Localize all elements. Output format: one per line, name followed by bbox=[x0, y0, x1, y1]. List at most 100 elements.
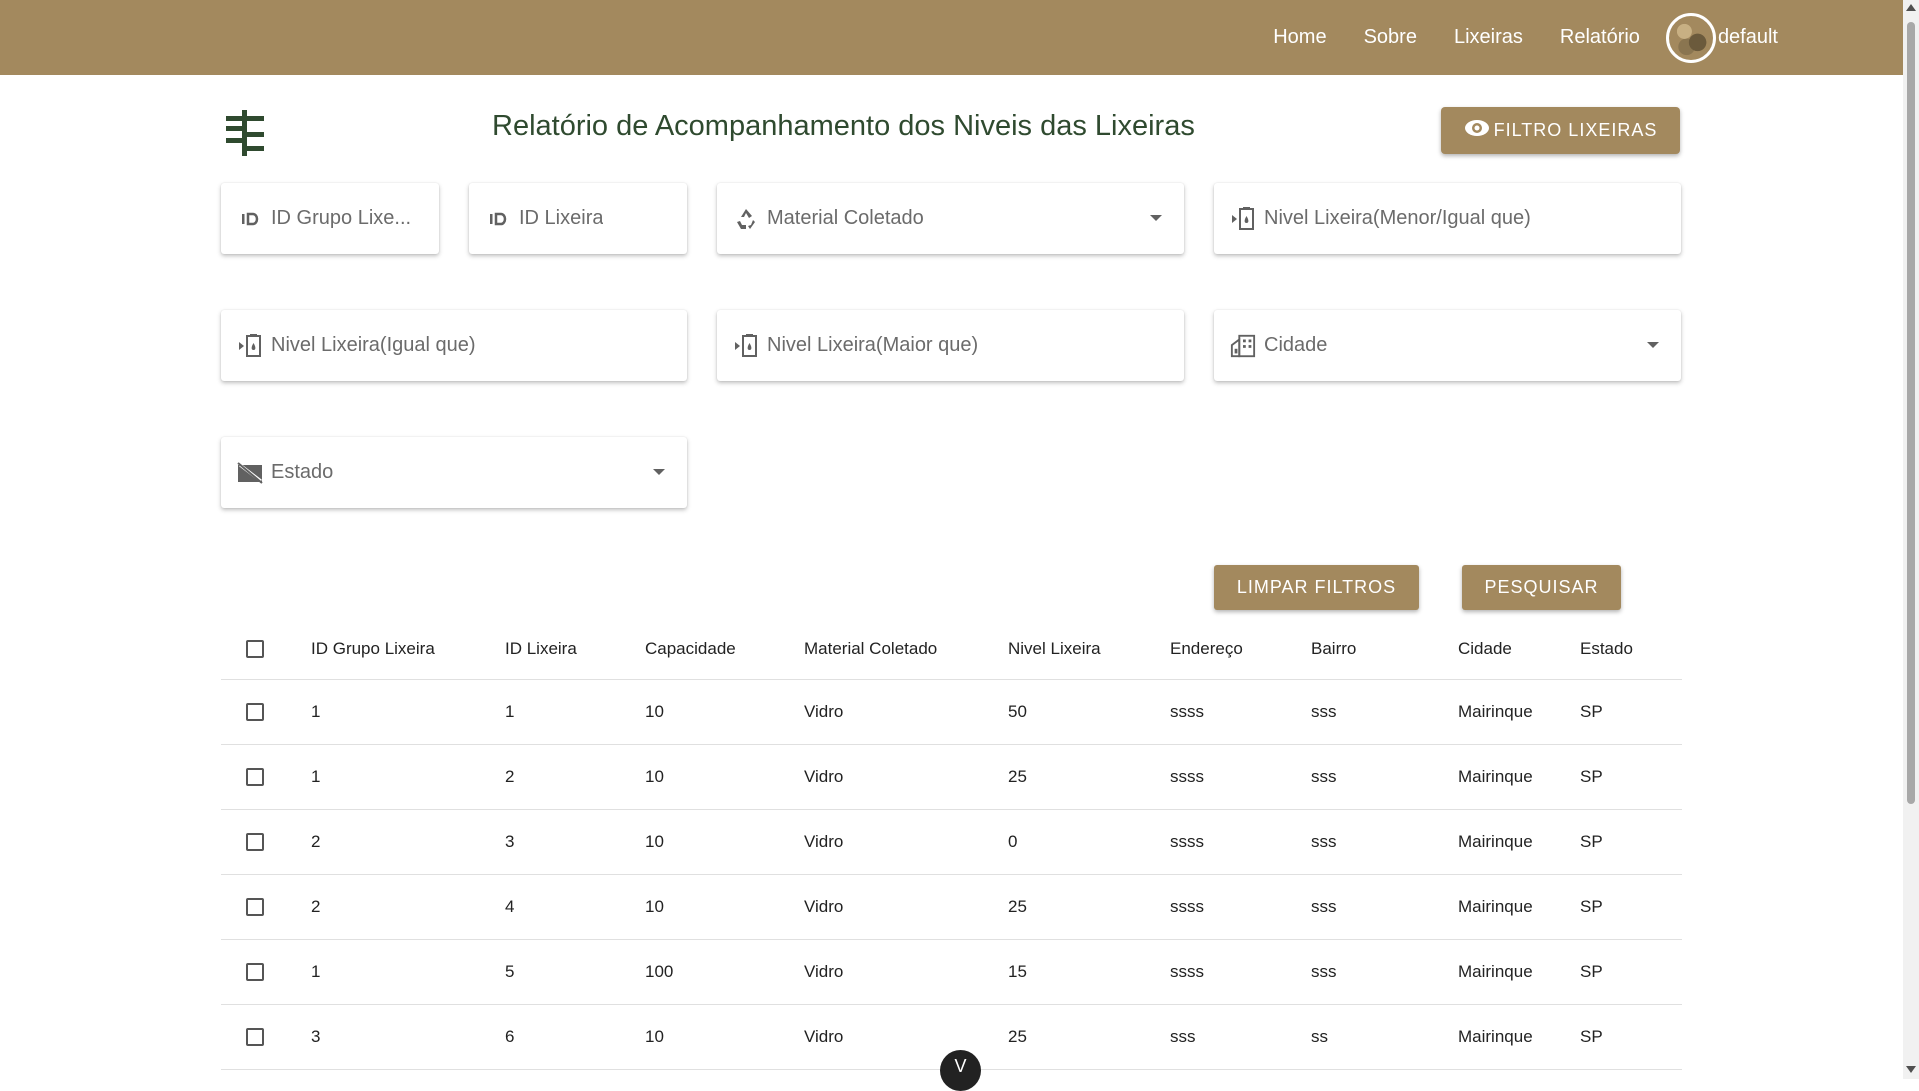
city-icon bbox=[1230, 333, 1256, 359]
cell-estado: SP bbox=[1580, 897, 1603, 916]
cell-bairro: sss bbox=[1311, 897, 1337, 916]
cell-endereco: ssss bbox=[1170, 897, 1204, 916]
nivel-menor-field[interactable]: Nivel Lixeira(Menor/Igual que) bbox=[1214, 183, 1681, 254]
header-capacidade[interactable]: Capacidade bbox=[645, 618, 736, 679]
row-checkbox[interactable] bbox=[246, 963, 264, 981]
page-title: Relatório de Acompanhamento dos Niveis d… bbox=[492, 110, 1195, 142]
table-row[interactable]: 2 3 10 Vidro 0 ssss sss Mairinque SP bbox=[221, 810, 1682, 875]
header-material[interactable]: Material Coletado bbox=[804, 618, 937, 679]
cell-nivel: 50 bbox=[1008, 702, 1027, 721]
header-cidade[interactable]: Cidade bbox=[1458, 618, 1512, 679]
cell-id-grupo: 2 bbox=[311, 897, 321, 916]
cell-cidade: Mairinque bbox=[1458, 1027, 1533, 1046]
header-id-lixeira[interactable]: ID Lixeira bbox=[505, 618, 577, 679]
header-bairro[interactable]: Bairro bbox=[1311, 618, 1356, 679]
nivel-igual-field[interactable]: Nivel Lixeira(Igual que) bbox=[221, 310, 687, 381]
nav-link-sobre[interactable]: Sobre bbox=[1364, 26, 1417, 49]
row-checkbox[interactable] bbox=[246, 833, 264, 851]
material-select[interactable]: Material Coletado bbox=[717, 183, 1184, 254]
id-lixeira-field[interactable]: ID Lixeira bbox=[469, 183, 687, 254]
filter-toggle-label: FILTRO LIXEIRAS bbox=[1493, 120, 1658, 140]
cell-cidade: Mairinque bbox=[1458, 962, 1533, 981]
eye-icon bbox=[1464, 119, 1494, 142]
scroll-down-button[interactable]: V bbox=[940, 1050, 981, 1091]
cell-estado: SP bbox=[1580, 962, 1603, 981]
chevron-down-icon bbox=[653, 469, 665, 475]
scroll-down-arrow-icon[interactable] bbox=[1906, 1066, 1916, 1073]
scrollbar[interactable] bbox=[1903, 0, 1919, 1079]
scroll-thumb[interactable] bbox=[1907, 22, 1915, 804]
cell-bairro: ss bbox=[1311, 1027, 1328, 1046]
cell-id-grupo: 1 bbox=[311, 962, 321, 981]
cell-id-lixeira: 6 bbox=[505, 1027, 515, 1046]
id-lixeira-placeholder: ID Lixeira bbox=[519, 207, 604, 229]
row-checkbox[interactable] bbox=[246, 768, 264, 786]
cell-capacidade: 10 bbox=[645, 832, 664, 851]
chevron-down-icon bbox=[1647, 342, 1659, 348]
nav-link-home[interactable]: Home bbox=[1273, 26, 1326, 49]
cell-endereco: ssss bbox=[1170, 962, 1204, 981]
estado-placeholder: Estado bbox=[271, 461, 334, 483]
cell-estado: SP bbox=[1580, 767, 1603, 786]
cell-cidade: Mairinque bbox=[1458, 832, 1533, 851]
table-body: 1 1 10 Vidro 50 ssss sss Mairinque SP 1 2 10 Vidro 25… bbox=[221, 680, 1682, 1070]
cell-nivel: 15 bbox=[1008, 962, 1027, 981]
nav-links: Home Sobre Lixeiras Relatório default bbox=[1236, 0, 1778, 75]
nav-link-lixeiras[interactable]: Lixeiras bbox=[1454, 26, 1523, 49]
top-navbar: Home Sobre Lixeiras Relatório default bbox=[0, 0, 1903, 75]
scroll-up-arrow-icon[interactable] bbox=[1906, 4, 1916, 11]
cell-endereco: sss bbox=[1170, 1027, 1196, 1046]
header-id-grupo[interactable]: ID Grupo Lixeira bbox=[311, 618, 435, 679]
username[interactable]: default bbox=[1718, 26, 1778, 49]
cell-cidade: Mairinque bbox=[1458, 702, 1533, 721]
header-nivel[interactable]: Nivel Lixeira bbox=[1008, 618, 1101, 679]
cell-nivel: 0 bbox=[1008, 832, 1018, 851]
search-button[interactable]: PESQUISAR bbox=[1462, 565, 1621, 610]
cell-estado: SP bbox=[1580, 1027, 1603, 1046]
cell-id-grupo: 3 bbox=[311, 1027, 321, 1046]
avatar[interactable] bbox=[1665, 12, 1716, 63]
cell-estado: SP bbox=[1580, 702, 1603, 721]
row-checkbox[interactable] bbox=[246, 1028, 264, 1046]
estado-select[interactable]: Estado bbox=[221, 437, 687, 508]
cell-id-grupo: 2 bbox=[311, 832, 321, 851]
cell-nivel: 25 bbox=[1008, 767, 1027, 786]
cell-capacidade: 10 bbox=[645, 702, 664, 721]
nav-link-relatorio[interactable]: Relatório bbox=[1560, 26, 1640, 49]
select-all-checkbox[interactable] bbox=[246, 639, 264, 658]
row-checkbox[interactable] bbox=[246, 703, 264, 721]
clear-filters-button[interactable]: LIMPAR FILTROS bbox=[1214, 565, 1419, 610]
map-off-icon bbox=[237, 460, 263, 486]
filter-toggle-button[interactable]: FILTRO LIXEIRAS bbox=[1441, 107, 1680, 154]
recycle-icon bbox=[733, 206, 759, 232]
id-grupo-field[interactable]: ID Grupo Lixe... bbox=[221, 183, 439, 254]
fab-label: V bbox=[954, 1056, 967, 1076]
table-header: ID Grupo Lixeira ID Lixeira Capacidade M… bbox=[221, 618, 1682, 680]
cell-material: Vidro bbox=[804, 832, 844, 851]
chevron-down-icon bbox=[1150, 215, 1162, 221]
table-row[interactable]: 1 2 10 Vidro 25 ssss sss Mairinque SP bbox=[221, 745, 1682, 810]
nivel-maior-field[interactable]: Nivel Lixeira(Maior que) bbox=[717, 310, 1184, 381]
cell-material: Vidro bbox=[804, 897, 844, 916]
cell-cidade: Mairinque bbox=[1458, 767, 1533, 786]
table-row[interactable]: 1 1 10 Vidro 50 ssss sss Mairinque SP bbox=[221, 680, 1682, 745]
cidade-select[interactable]: Cidade bbox=[1214, 310, 1681, 381]
cell-id-lixeira: 2 bbox=[505, 767, 515, 786]
cell-endereco: ssss bbox=[1170, 702, 1204, 721]
table-row[interactable]: 2 4 10 Vidro 25 ssss sss Mairinque SP bbox=[221, 875, 1682, 940]
nivel-menor-placeholder: Nivel Lixeira(Menor/Igual que) bbox=[1264, 207, 1531, 229]
row-checkbox[interactable] bbox=[246, 898, 264, 916]
table-row[interactable]: 1 5 100 Vidro 15 ssss sss Mairinque SP bbox=[221, 940, 1682, 1005]
cell-nivel: 25 bbox=[1008, 1027, 1027, 1046]
cell-id-lixeira: 4 bbox=[505, 897, 515, 916]
user-menu[interactable]: default bbox=[1665, 12, 1778, 63]
cidade-placeholder: Cidade bbox=[1264, 334, 1328, 356]
cell-estado: SP bbox=[1580, 832, 1603, 851]
cell-id-lixeira: 5 bbox=[505, 962, 515, 981]
cell-material: Vidro bbox=[804, 767, 844, 786]
cell-bairro: sss bbox=[1311, 832, 1337, 851]
cell-capacidade: 10 bbox=[645, 767, 664, 786]
header-estado[interactable]: Estado bbox=[1580, 618, 1633, 679]
cell-material: Vidro bbox=[804, 702, 844, 721]
header-endereco[interactable]: Endereço bbox=[1170, 618, 1243, 679]
